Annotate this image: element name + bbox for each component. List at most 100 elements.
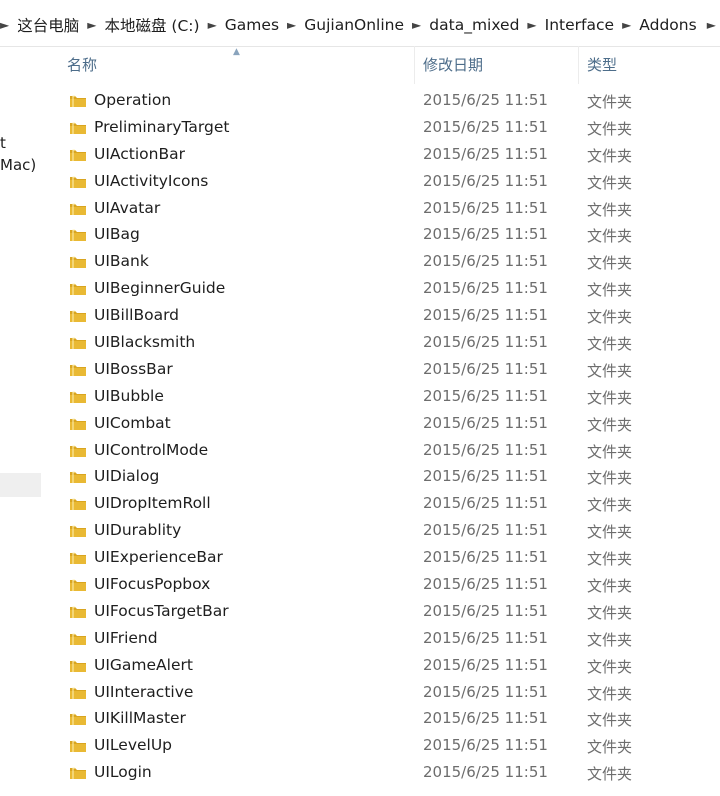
file-row[interactable]: UIActionBar 2015/6/25 11:51 文件夹: [44, 142, 720, 169]
file-row[interactable]: UICombat 2015/6/25 11:51 文件夹: [44, 411, 720, 438]
file-row[interactable]: PreliminaryTarget 2015/6/25 11:51 文件夹: [44, 115, 720, 142]
chevron-right-icon[interactable]: ►: [697, 18, 716, 32]
folder-icon: [70, 176, 86, 188]
folder-icon: [70, 256, 86, 269]
chevron-right-icon[interactable]: ►: [279, 18, 304, 32]
file-row[interactable]: UIBeginnerGuide 2015/6/25 11:51 文件夹: [44, 276, 720, 303]
file-row[interactable]: UIDropItemRoll 2015/6/25 11:51 文件夹: [44, 491, 720, 518]
folder-icon: [70, 471, 86, 484]
file-date-modified: 2015/6/25 11:51: [423, 628, 548, 647]
file-date-modified: 2015/6/25 11:51: [423, 548, 548, 567]
folder-icon: [70, 740, 86, 753]
file-row[interactable]: UIBlacksmith 2015/6/25 11:51 文件夹: [44, 330, 720, 357]
file-row[interactable]: UIAvatar 2015/6/25 11:51 文件夹: [44, 196, 720, 223]
chevron-right-icon[interactable]: ►: [200, 18, 225, 32]
file-type: 文件夹: [587, 388, 633, 407]
breadcrumb-item-this-pc[interactable]: 这台电脑: [17, 14, 79, 36]
file-row[interactable]: UIFocusTargetBar 2015/6/25 11:51 文件夹: [44, 599, 720, 626]
file-type: 文件夹: [587, 738, 633, 757]
file-type: 文件夹: [587, 657, 633, 676]
file-type: 文件夹: [587, 335, 633, 354]
chevron-right-icon[interactable]: ►: [614, 18, 639, 32]
folder-icon: [70, 687, 86, 699]
chevron-right-icon[interactable]: ►: [79, 18, 104, 32]
breadcrumb-item-games[interactable]: Games: [225, 16, 279, 34]
file-name: UIBillBoard: [94, 306, 180, 325]
folder-icon: [70, 445, 86, 457]
file-date-modified: 2015/6/25 11:51: [423, 279, 548, 298]
file-date-modified: 2015/6/25 11:51: [423, 440, 548, 459]
breadcrumb-item-data-mixed[interactable]: data_mixed: [429, 16, 519, 34]
folder-icon: [70, 498, 86, 511]
file-type: 文件夹: [587, 711, 633, 730]
file-type: 文件夹: [587, 765, 633, 784]
nav-item-selected[interactable]: [0, 473, 41, 497]
file-type: 文件夹: [587, 415, 633, 434]
file-type: 文件夹: [587, 496, 633, 515]
file-row[interactable]: UIExperienceBar 2015/6/25 11:51 文件夹: [44, 545, 720, 572]
file-row[interactable]: UIBillBoard 2015/6/25 11:51 文件夹: [44, 303, 720, 330]
chevron-right-icon[interactable]: ►: [404, 18, 429, 32]
file-row[interactable]: UIBag 2015/6/25 11:51 文件夹: [44, 222, 720, 249]
file-type: 文件夹: [587, 603, 633, 622]
file-row[interactable]: UILevelUp 2015/6/25 11:51 文件夹: [44, 733, 720, 760]
folder-icon: [70, 95, 86, 107]
file-type: 文件夹: [587, 119, 633, 138]
file-type: 文件夹: [587, 93, 633, 111]
file-name: Operation: [94, 91, 172, 109]
folder-icon: [70, 149, 86, 161]
file-name: UIKillMaster: [94, 709, 186, 728]
file-row[interactable]: UIBubble 2015/6/25 11:51 文件夹: [44, 384, 720, 411]
file-row[interactable]: UIFocusPopbox 2015/6/25 11:51 文件夹: [44, 572, 720, 599]
file-name: UIFocusPopbox: [94, 575, 211, 594]
nav-item-fragment[interactable]: t: [0, 134, 6, 152]
file-name: UIGameAlert: [94, 655, 193, 674]
file-date-modified: 2015/6/25 11:51: [423, 306, 548, 325]
file-row[interactable]: UIInteractive 2015/6/25 11:51 文件夹: [44, 680, 720, 707]
file-date-modified: 2015/6/25 11:51: [423, 117, 548, 136]
file-row[interactable]: UIControlMode 2015/6/25 11:51 文件夹: [44, 438, 720, 465]
file-type: 文件夹: [587, 469, 633, 488]
chevron-right-icon[interactable]: ►: [519, 18, 544, 32]
navigation-pane: t Mac): [0, 46, 44, 796]
file-row[interactable]: UIActivityIcons 2015/6/25 11:51 文件夹: [44, 169, 720, 196]
file-name: UIAvatar: [94, 198, 161, 217]
chevron-right-icon[interactable]: ►: [0, 18, 17, 32]
column-header-date[interactable]: 修改日期: [423, 54, 483, 75]
file-type: 文件夹: [587, 577, 633, 596]
breadcrumb-item-interface[interactable]: Interface: [545, 16, 614, 34]
nav-item-fragment[interactable]: Mac): [0, 156, 36, 174]
file-row[interactable]: UIDurablity 2015/6/25 11:51 文件夹: [44, 518, 720, 545]
column-header-type[interactable]: 类型: [587, 54, 617, 75]
file-row[interactable]: UIGameAlert 2015/6/25 11:51 文件夹: [44, 653, 720, 680]
file-row[interactable]: UIBossBar 2015/6/25 11:51 文件夹: [44, 357, 720, 384]
folder-icon: [70, 364, 86, 376]
file-date-modified: 2015/6/25 11:51: [423, 171, 548, 190]
column-divider[interactable]: [578, 46, 579, 84]
file-date-modified: 2015/6/25 11:51: [423, 359, 548, 378]
file-row[interactable]: UIBank 2015/6/25 11:51 文件夹: [44, 249, 720, 276]
breadcrumb-item-addons[interactable]: Addons: [639, 16, 696, 34]
folder-icon: [70, 660, 86, 672]
folder-icon: [70, 337, 86, 350]
file-date-modified: 2015/6/25 11:51: [423, 252, 548, 271]
breadcrumb-item-gujianonline[interactable]: GujianOnline: [304, 16, 404, 34]
file-name: UIBeginnerGuide: [94, 279, 226, 298]
folder-icon: [70, 203, 86, 215]
file-row[interactable]: Operation 2015/6/25 11:51 文件夹: [44, 88, 720, 115]
file-row[interactable]: UIDialog 2015/6/25 11:51 文件夹: [44, 464, 720, 491]
breadcrumb: ► 这台电脑 ► 本地磁盘 (C:) ► Games ► GujianOnlin…: [0, 13, 716, 37]
file-type: 文件夹: [587, 550, 633, 569]
breadcrumb-item-local-disk[interactable]: 本地磁盘 (C:): [104, 14, 199, 36]
file-row[interactable]: UILogin 2015/6/25 11:51 文件夹: [44, 760, 720, 787]
address-bar[interactable]: ► 这台电脑 ► 本地磁盘 (C:) ► Games ► GujianOnlin…: [0, 0, 720, 47]
file-row[interactable]: UIKillMaster 2015/6/25 11:51 文件夹: [44, 706, 720, 733]
file-row[interactable]: UIFriend 2015/6/25 11:51 文件夹: [44, 626, 720, 653]
folder-icon: [70, 579, 86, 592]
folder-icon: [70, 633, 86, 645]
file-name: UIActivityIcons: [94, 171, 209, 190]
column-divider[interactable]: [414, 46, 415, 84]
column-header-name[interactable]: 名称: [67, 54, 97, 75]
file-date-modified: 2015/6/25 11:51: [423, 386, 548, 405]
file-type: 文件夹: [587, 684, 633, 703]
